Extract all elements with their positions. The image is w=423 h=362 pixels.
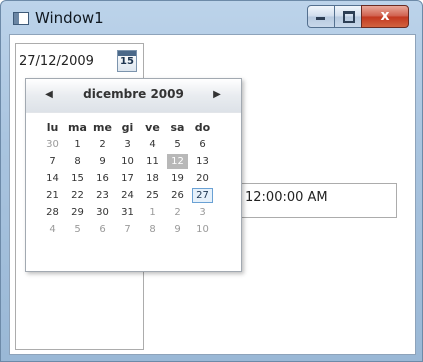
calendar-header: ◀ dicembre 2009 ▶ [26,79,241,113]
calendar-day[interactable]: 9 [167,222,188,237]
calendar-day[interactable]: 4 [142,137,163,152]
calendar-day[interactable]: 11 [142,154,163,169]
window-app-icon [13,12,29,25]
calendar-day[interactable]: 9 [92,154,113,169]
title-bar[interactable]: Window1 x [1,1,422,35]
calendar-day[interactable]: 24 [117,188,138,203]
calendar-day[interactable]: 19 [167,171,188,186]
previous-month-button[interactable]: ◀ [42,88,56,102]
calendar-day[interactable]: 7 [42,154,63,169]
calendar-day[interactable]: 29 [67,205,88,220]
calendar-day[interactable]: 5 [167,137,188,152]
weekday-header: me [93,121,112,134]
calendar-day[interactable]: 1 [67,137,88,152]
calendar-day[interactable]: 22 [67,188,88,203]
calendar-day[interactable]: 14 [42,171,63,186]
close-button[interactable]: x [361,5,409,28]
calendar-day[interactable]: 3 [117,137,138,152]
calendar-day[interactable]: 7 [117,222,138,237]
weekday-header: do [194,121,211,134]
maximize-button[interactable] [334,5,362,28]
calendar-day[interactable]: 25 [142,188,163,203]
calendar-day[interactable]: 31 [117,205,138,220]
calendar-day[interactable]: 20 [192,171,213,186]
window-title: Window1 [35,9,104,27]
weekday-header: gi [121,121,134,134]
calendar-day[interactable]: 4 [42,222,63,237]
calendar-day[interactable]: 3 [192,205,213,220]
calendar-day[interactable]: 30 [42,137,63,152]
calendar-day[interactable]: 23 [92,188,113,203]
calendar-popup: ◀ dicembre 2009 ▶ lu ma me gi ve sa do 30 1 2 3 4 5 6… [25,78,242,272]
weekday-header: ve [145,121,160,134]
calendar-day[interactable]: 26 [167,188,188,203]
next-month-button[interactable]: ▶ [210,88,224,102]
calendar-day[interactable]: 6 [92,222,113,237]
minimize-icon [316,17,325,20]
calendar-day-selected[interactable]: 27 [192,188,213,203]
calendar-day[interactable]: 2 [92,137,113,152]
weekday-header: lu [46,121,59,134]
calendar-day[interactable]: 15 [67,171,88,186]
minimize-button[interactable] [307,5,335,28]
calendar-day[interactable]: 2 [167,205,188,220]
calendar-day[interactable]: 10 [192,222,213,237]
calendar-day-highlighted[interactable]: 12 [167,154,188,169]
close-icon: x [380,8,390,24]
calendar-day[interactable]: 1 [142,205,163,220]
calendar-month-title[interactable]: dicembre 2009 [66,87,201,101]
calendar-day[interactable]: 6 [192,137,213,152]
calendar-day[interactable]: 8 [142,222,163,237]
weekday-header: ma [68,121,87,134]
weekday-header: sa [170,121,185,134]
calendar-day[interactable]: 13 [192,154,213,169]
calendar-day[interactable]: 5 [67,222,88,237]
time-field-text: 12:00:00 AM [245,190,328,205]
calendar-day[interactable]: 21 [42,188,63,203]
calendar-day[interactable]: 8 [67,154,88,169]
date-picker-text[interactable]: 27/12/2009 [19,54,94,69]
calendar-dropdown-button[interactable]: 15 [117,50,137,72]
calendar-day[interactable]: 18 [142,171,163,186]
calendar-day[interactable]: 10 [117,154,138,169]
calendar-day[interactable]: 30 [92,205,113,220]
calendar-day[interactable]: 17 [117,171,138,186]
maximize-icon [343,11,355,23]
calendar-day[interactable]: 28 [42,205,63,220]
calendar-days-grid: lu ma me gi ve sa do 30 1 2 3 4 5 6 7 8 9 10 11 12 13 14 15 16 1… [40,119,236,238]
calendar-day[interactable]: 16 [92,171,113,186]
calendar-icon-day: 15 [120,56,134,67]
